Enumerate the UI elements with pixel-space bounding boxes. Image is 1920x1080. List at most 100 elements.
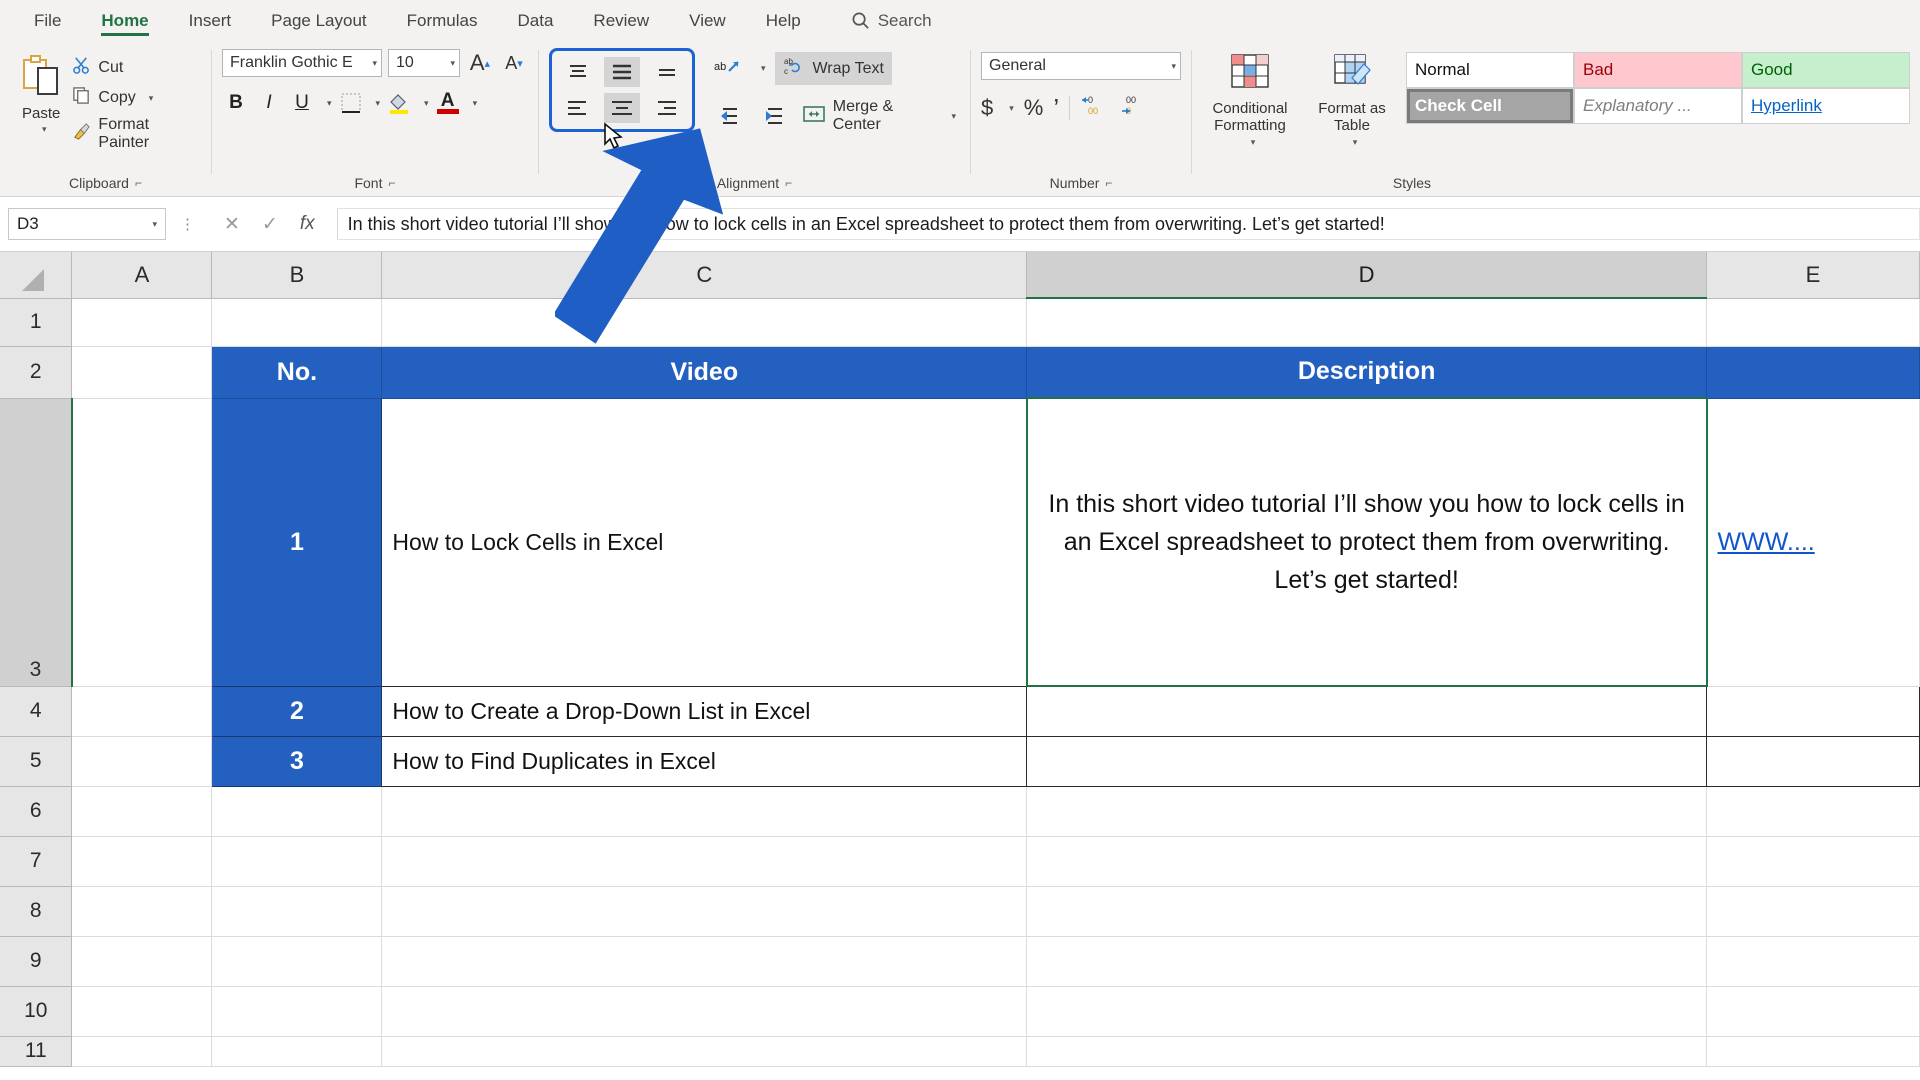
style-hyperlink[interactable]: Hyperlink	[1741, 88, 1910, 124]
merge-and-center-button[interactable]: Merge & Center ▾	[798, 95, 960, 137]
cell-e5-link[interactable]	[1706, 735, 1920, 787]
cell-a5[interactable]	[71, 736, 213, 787]
cell-c11[interactable]	[381, 1036, 1028, 1067]
cell-a2[interactable]	[71, 346, 213, 399]
fill-color-chevron-down-icon[interactable]: ▾	[418, 98, 429, 109]
cell-e1[interactable]	[1706, 298, 1920, 347]
increase-decimal-button[interactable]: 000	[1120, 92, 1150, 124]
cell-c8[interactable]	[381, 886, 1028, 937]
column-header-e[interactable]: E	[1706, 252, 1920, 299]
column-header-c[interactable]: C	[381, 252, 1028, 299]
cell-b4-number[interactable]: 2	[211, 685, 383, 737]
style-bad[interactable]: Bad	[1573, 52, 1742, 88]
column-header-d[interactable]: D	[1026, 252, 1708, 299]
cell-d6[interactable]	[1026, 786, 1708, 837]
name-box-chevron-down-icon[interactable]: ▾	[146, 219, 157, 230]
align-right-button[interactable]	[648, 93, 684, 123]
font-color-chevron-down-icon[interactable]: ▾	[467, 98, 478, 109]
cell-a10[interactable]	[71, 986, 213, 1037]
row-header-8[interactable]: 8	[0, 886, 73, 937]
row-header-9[interactable]: 9	[0, 936, 73, 987]
copy-chevron-down-icon[interactable]: ▾	[143, 93, 154, 104]
tab-formulas[interactable]: Formulas	[389, 3, 496, 38]
style-check-cell[interactable]: Check Cell	[1405, 88, 1574, 124]
bottom-align-button[interactable]	[648, 57, 684, 87]
middle-align-button[interactable]	[603, 57, 640, 87]
cell-c2-video-header[interactable]: Video	[381, 345, 1028, 399]
cell-d11[interactable]	[1026, 1036, 1708, 1067]
wrap-text-button[interactable]: ab c Wrap Text	[775, 52, 892, 85]
cell-c4-video-title[interactable]: How to Create a Drop-Down List in Excel	[381, 685, 1028, 737]
style-good[interactable]: Good	[1741, 52, 1910, 88]
cell-b10[interactable]	[211, 986, 383, 1037]
cell-c9[interactable]	[381, 936, 1028, 987]
cell-c3-video-title[interactable]: How to Lock Cells in Excel	[381, 397, 1028, 687]
tab-view[interactable]: View	[671, 3, 744, 38]
cell-b6[interactable]	[211, 786, 383, 837]
row-header-3[interactable]: 3	[0, 398, 73, 687]
cell-a1[interactable]	[71, 298, 213, 347]
cell-b1[interactable]	[211, 298, 383, 347]
tab-data[interactable]: Data	[500, 3, 572, 38]
increase-indent-button[interactable]	[753, 101, 787, 131]
confirm-entry-icon[interactable]: ✓	[262, 213, 278, 236]
cell-b9[interactable]	[211, 936, 383, 987]
align-left-button[interactable]	[560, 93, 596, 123]
fill-color-button[interactable]	[385, 88, 413, 118]
tab-review[interactable]: Review	[575, 3, 667, 38]
select-all-corner[interactable]	[0, 252, 73, 299]
clipboard-dialog-launcher-icon[interactable]: ⌐	[135, 172, 142, 194]
row-header-6[interactable]: 6	[0, 786, 73, 837]
cell-a3[interactable]	[71, 398, 213, 687]
number-format-chevron-down-icon[interactable]: ▾	[1165, 61, 1176, 72]
tab-insert[interactable]: Insert	[171, 3, 250, 38]
font-size-combo[interactable]: 10 ▾	[387, 49, 460, 77]
center-align-button[interactable]	[603, 93, 640, 123]
cell-a11[interactable]	[71, 1036, 213, 1067]
column-header-b[interactable]: B	[211, 252, 383, 299]
increase-font-size-button[interactable]: A ▴	[466, 48, 494, 78]
cell-a9[interactable]	[71, 936, 213, 987]
row-header-10[interactable]: 10	[0, 986, 73, 1037]
cell-d9[interactable]	[1026, 936, 1708, 987]
insert-function-icon[interactable]: fx	[300, 213, 315, 235]
cell-d2-description-header[interactable]: Description	[1026, 345, 1708, 399]
orientation-button[interactable]: ab	[709, 54, 745, 84]
cell-c5-video-title[interactable]: How to Find Duplicates in Excel	[381, 735, 1028, 787]
cell-b3-number[interactable]: 1	[211, 397, 383, 687]
merge-center-chevron-down-icon[interactable]: ▾	[946, 111, 957, 122]
cell-d3-description[interactable]: In this short video tutorial I’ll show y…	[1025, 397, 1708, 687]
cell-e9[interactable]	[1706, 936, 1920, 987]
font-name-chevron-down-icon[interactable]: ▾	[366, 58, 377, 69]
cell-d5-description[interactable]	[1026, 735, 1708, 787]
row-header-4[interactable]: 4	[0, 686, 73, 737]
format-as-table-button[interactable]: Format as Table ▾	[1304, 48, 1400, 148]
decrease-decimal-button[interactable]: 0 00	[1080, 92, 1110, 124]
cell-e11[interactable]	[1706, 1036, 1920, 1067]
worksheet-grid[interactable]: A B C D E 1 2 No. Video Description 3 1 …	[0, 252, 1920, 1080]
cell-d8[interactable]	[1026, 886, 1708, 937]
font-dialog-launcher-icon[interactable]: ⌐	[388, 172, 395, 194]
tab-help[interactable]: Help	[748, 3, 819, 38]
cell-a7[interactable]	[71, 836, 213, 887]
cell-b7[interactable]	[211, 836, 383, 887]
row-header-2[interactable]: 2	[0, 346, 73, 399]
decrease-font-size-button[interactable]: A ▾	[500, 48, 528, 78]
search-box[interactable]: Search	[851, 11, 932, 31]
decrease-indent-button[interactable]	[709, 101, 743, 131]
conditional-formatting-button[interactable]: Conditional Formatting ▾	[1202, 48, 1298, 148]
formula-bar-handle[interactable]: ⋮	[174, 215, 202, 233]
currency-button[interactable]: $	[981, 95, 993, 121]
paste-button[interactable]: Paste ▾	[10, 48, 72, 135]
borders-button[interactable]	[337, 88, 365, 118]
cell-d1[interactable]	[1026, 298, 1708, 347]
font-color-button[interactable]: A	[434, 88, 462, 118]
italic-button[interactable]: I	[255, 88, 283, 118]
cell-e8[interactable]	[1706, 886, 1920, 937]
cell-c1[interactable]	[381, 298, 1028, 347]
column-header-a[interactable]: A	[71, 252, 213, 299]
currency-chevron-down-icon[interactable]: ▾	[1003, 103, 1014, 114]
cell-d7[interactable]	[1026, 836, 1708, 887]
style-explanatory[interactable]: Explanatory ...	[1573, 88, 1742, 124]
cell-b2-no-header[interactable]: No.	[211, 345, 383, 399]
